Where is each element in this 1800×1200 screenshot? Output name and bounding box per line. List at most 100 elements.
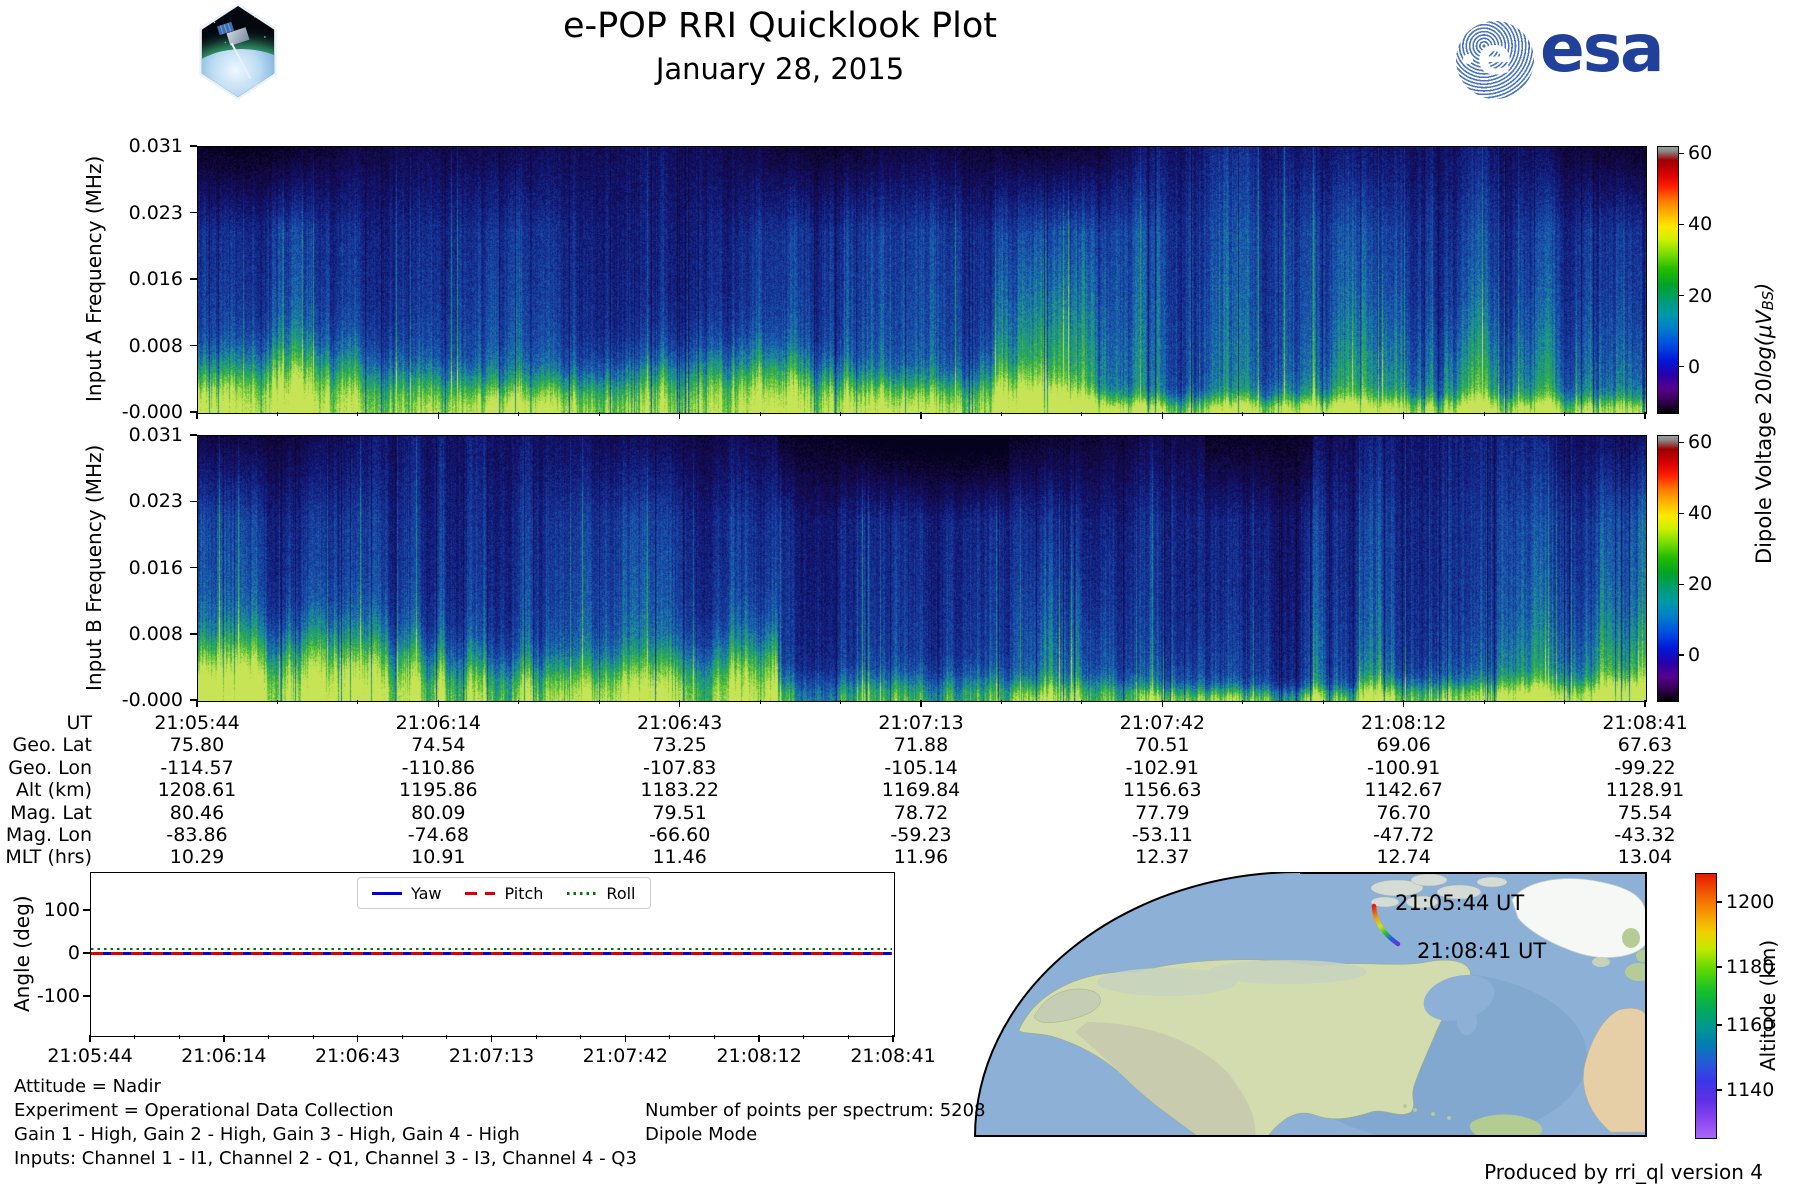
map-art [967,871,1653,1142]
frequency-ytick-label: 0.023 [128,201,183,224]
table-cell: 69.06 [1376,734,1431,757]
footer-mode: Dipole Mode [645,1124,758,1145]
spectrogram-a-plot [197,146,1647,414]
axis-tick-mark [83,909,90,911]
colorbar-tick-label: 60 [1688,431,1713,454]
table-cell: -59.23 [890,824,952,846]
table-cell: -83.86 [166,824,228,846]
angle-ytick-label: 0 [67,942,80,964]
axis-tick-mark [1716,901,1722,903]
pitch-line [91,951,892,955]
angle-xtick-label: 21:07:42 [582,1045,668,1067]
table-cell: 11.46 [652,846,707,869]
dipole-label-post: ) [1752,282,1776,291]
axis-tick-mark [840,412,842,416]
axis-tick-mark [490,1035,493,1042]
axis-tick-mark [437,700,440,707]
axis-tick-mark [190,344,197,347]
axis-tick-mark [759,700,761,704]
axis-tick-mark [178,1035,180,1039]
axis-tick-mark [1716,1089,1722,1091]
table-row-label: Geo. Lat [12,734,92,757]
axis-tick-mark [1716,966,1722,968]
table-cell: 77.79 [1135,801,1190,824]
axis-tick-mark [892,1035,894,1042]
axis-tick-mark [580,1035,582,1039]
axis-tick-mark [1242,700,1244,704]
frequency-ytick-label: 0.016 [128,556,183,579]
table-cell: 12.74 [1376,846,1431,869]
legend-item-pitch: Pitch [465,884,543,903]
axis-tick-mark [190,278,197,280]
angle-ytick-label: -100 [36,985,80,1007]
colorbar-tick-label: 20 [1688,284,1713,307]
axis-tick-mark [518,412,520,416]
table-cell: 75.80 [169,734,225,757]
axis-tick-mark [758,1035,760,1042]
table-cell: 21:08:12 [1360,712,1447,734]
frequency-ytick-label: 0.031 [128,135,183,157]
table-row-label: Geo. Lon [8,756,92,779]
table-cell: -66.60 [649,824,711,846]
table-cell: 1195.86 [399,779,478,802]
altitude-tick-label: 1200 [1726,891,1775,914]
angle-xtick-label: 21:07:13 [448,1045,535,1067]
axis-tick-mark [1678,654,1684,656]
footer-points: Number of points per spectrum: 5208 [645,1100,986,1121]
dipole-label-pre: Dipole Voltage 20 [1752,377,1776,564]
axis-tick-mark [267,1035,269,1039]
footer-experiment: Experiment = Operational Data Collection [14,1100,394,1121]
axis-tick-mark [357,700,359,704]
table-cell: 80.09 [411,801,466,824]
colorbar-tick-label: 20 [1688,573,1713,596]
dipole-colorbar-label: Dipole Voltage 20log(μVBS) [1752,146,1777,700]
table-cell: 12.37 [1135,846,1190,869]
axis-tick-mark [1644,700,1646,707]
legend-item-yaw: Yaw [372,884,441,903]
axis-tick-mark [356,1035,359,1042]
table-cell: 80.46 [169,801,225,824]
angle-xtick-label: 21:08:12 [716,1045,802,1067]
legend-item-roll: Roll [567,884,636,903]
table-row-label: Alt (km) [15,779,92,802]
table-cell: 11.96 [893,846,949,869]
esa-wordmark: esa [1540,10,1665,87]
axis-tick-mark [196,412,198,419]
table-cell: 21:06:43 [636,712,723,734]
axis-tick-mark [276,700,278,704]
esa-dot-icon [1463,54,1473,64]
axis-tick-mark [714,1035,716,1039]
axis-tick-mark [1402,412,1405,419]
footer-inputs: Inputs: Channel 1 - I1, Channel 2 - Q1, … [14,1148,637,1169]
table-cell: 71.88 [893,734,949,757]
produced-by-note: Produced by rri_ql version 4 [1484,1160,1763,1184]
table-row-label: UT [66,712,92,734]
axis-tick-mark [803,1035,805,1039]
legend-label-pitch: Pitch [504,883,544,903]
table-cell: 10.91 [411,846,466,869]
dipole-label-sub: BS [1760,290,1778,310]
altitude-tick-label: 1160 [1726,1014,1775,1037]
frequency-ytick-label: 0.008 [128,622,183,645]
axis-tick-mark [401,1035,403,1039]
esa-e-glyph: e [1477,27,1513,87]
axis-tick-mark [1322,700,1324,704]
axis-tick-mark [1000,700,1002,704]
table-cell: -100.91 [1366,756,1441,779]
colorbar-tick-label: 0 [1688,355,1701,378]
colorbar-dipole-a [1657,146,1679,414]
angle-plot-legend: Yaw Pitch Roll [357,877,651,909]
axis-tick-mark [1322,412,1324,416]
axis-tick-mark [1000,412,1002,416]
spectrogram-b-ylabel: Input B Frequency (MHz) [82,444,106,691]
axis-tick-mark [190,211,197,214]
map-label-track-end: 21:08:41 UT [1417,939,1547,963]
table-cell: 1128.91 [1605,779,1685,802]
frequency-ytick-label: 0.008 [128,334,183,357]
axis-tick-mark [1678,366,1684,368]
axis-tick-mark [1161,700,1164,707]
frequency-ytick-label: 0.031 [128,424,183,446]
axis-tick-mark [1081,700,1083,704]
axis-tick-mark [1678,223,1684,226]
axis-tick-mark [83,952,90,954]
